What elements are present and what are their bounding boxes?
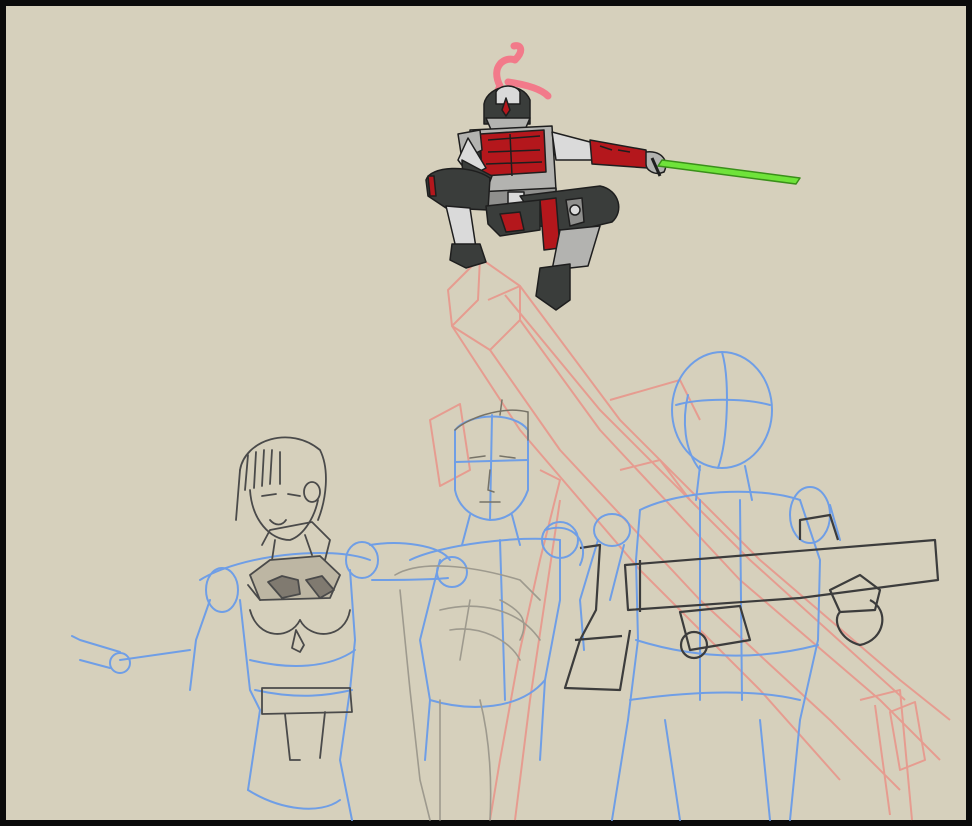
illustration	[71, 42, 951, 821]
woman-sketch	[71, 436, 451, 821]
back-view-sketch	[578, 351, 841, 821]
armored-ninja	[425, 42, 801, 311]
man-sketch	[394, 399, 585, 821]
